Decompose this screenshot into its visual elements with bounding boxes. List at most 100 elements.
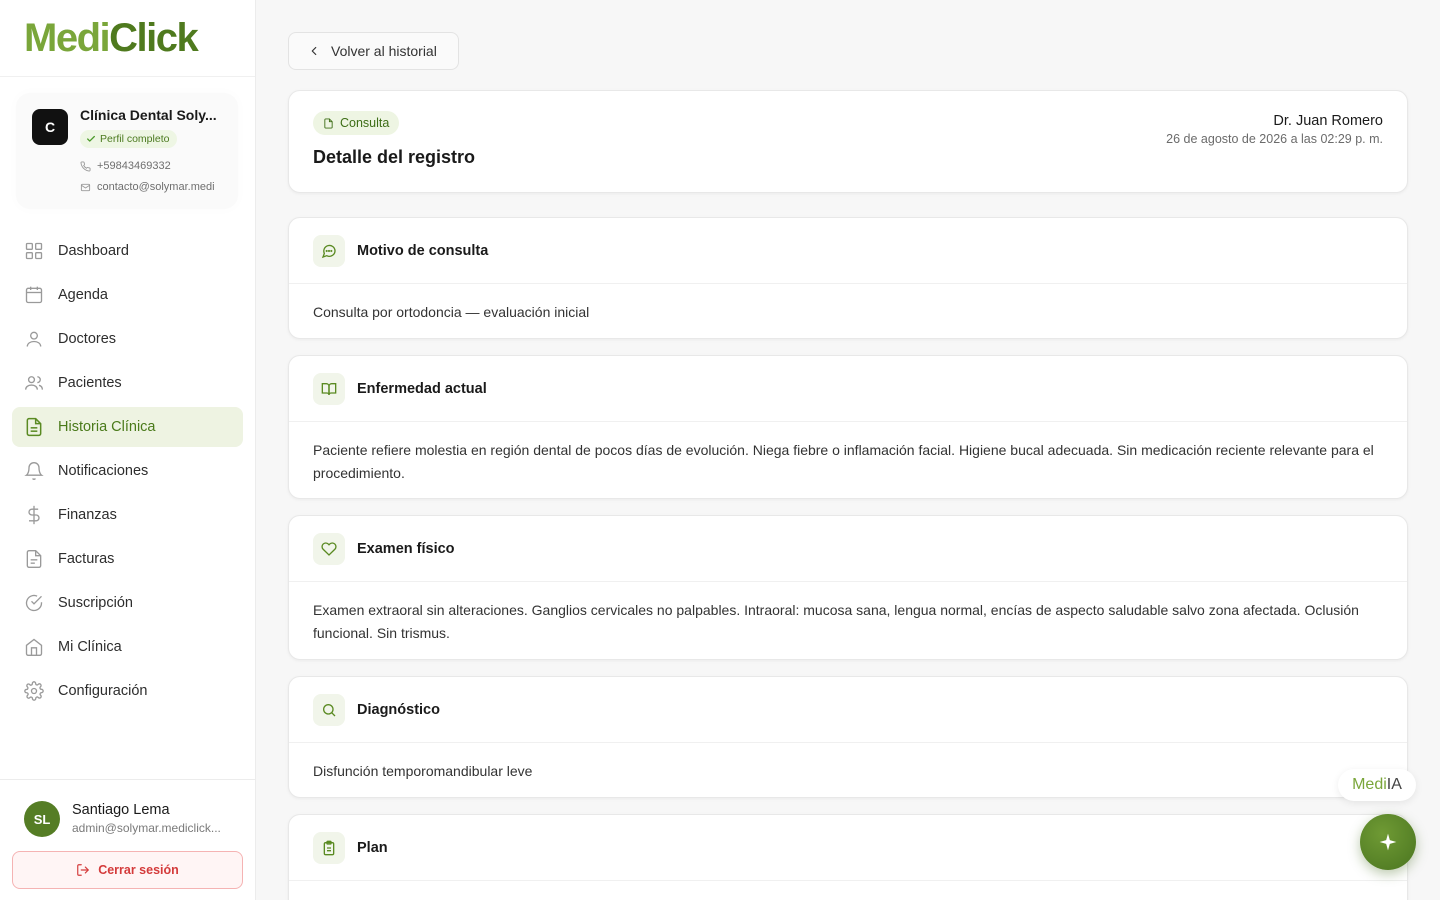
- file-text-icon: [26, 417, 42, 437]
- nav-item-historia-clinica[interactable]: Historia Clínica: [12, 407, 243, 447]
- nav-item-facturas[interactable]: Facturas: [12, 539, 243, 579]
- section-title: Examen físico: [357, 540, 455, 557]
- search-icon: [323, 703, 336, 716]
- section-header: Plan: [289, 815, 1407, 881]
- section-header: Enfermedad actual: [289, 356, 1407, 422]
- section-title: Diagnóstico: [357, 701, 440, 718]
- section-header: Motivo de consulta: [289, 218, 1407, 284]
- check-circle-icon: [25, 594, 43, 612]
- app-logo[interactable]: MediClick: [0, 0, 255, 77]
- section-icon-box: [313, 372, 345, 405]
- dollar-icon: [28, 505, 40, 525]
- clipboard-icon: [323, 840, 335, 855]
- message-icon: [321, 244, 336, 258]
- nav-label: Agenda: [58, 287, 108, 303]
- chevron-left-icon: [311, 46, 317, 56]
- phone-icon: [80, 160, 91, 171]
- sidebar: MediClick C Clínica Dental Soly... Perfi…: [0, 0, 256, 900]
- section-title: Enfermedad actual: [357, 380, 487, 397]
- section-header: Examen físico: [289, 516, 1407, 582]
- doctor-name: Dr. Juan Romero: [1273, 113, 1383, 129]
- clinic-email-text: contacto@solymar.medi: [97, 181, 215, 193]
- calendar-icon: [25, 286, 43, 304]
- record-type-label: Consulta: [340, 116, 390, 130]
- clinic-phone: +59843469332: [80, 160, 171, 172]
- section-icon-box: [313, 693, 345, 726]
- document-icon: [26, 550, 42, 568]
- bell-icon: [24, 462, 44, 480]
- nav-label: Doctores: [58, 331, 117, 347]
- nav-label: Historia Clínica: [58, 419, 156, 435]
- file-icon: [324, 117, 333, 129]
- gear-icon: [24, 681, 44, 701]
- section-body: Examen extraoral sin alteraciones. Gangl…: [313, 602, 1359, 641]
- nav-label: Finanzas: [58, 507, 117, 523]
- nav-item-dashboard[interactable]: Dashboard: [12, 231, 243, 271]
- nav-item-finanzas[interactable]: Finanzas: [12, 495, 243, 535]
- section-motivo-consulta: Motivo de consulta Consulta por ortodonc…: [288, 217, 1408, 339]
- user-email: admin@solymar.mediclick...: [72, 821, 221, 835]
- nav-label: Dashboard: [58, 243, 129, 259]
- assistant-label-part1: Medi: [1352, 776, 1387, 793]
- section-icon-box: [313, 831, 345, 864]
- nav-item-suscripcion[interactable]: Suscripción: [12, 583, 243, 623]
- clinic-email: contacto@solymar.medi: [80, 181, 215, 193]
- nav-item-pacientes[interactable]: Pacientes: [12, 363, 243, 403]
- logo-part-medi: Medi: [24, 16, 111, 60]
- section-plan: Plan: [288, 814, 1408, 900]
- nav-item-doctores[interactable]: Doctores: [12, 319, 243, 359]
- section-icon-box: [313, 234, 345, 267]
- nav-item-mi-clinica[interactable]: Mi Clínica: [12, 627, 243, 667]
- section-body: Consulta por ortodoncia — evaluación ini…: [313, 304, 590, 320]
- mail-icon: [80, 183, 91, 191]
- logout-icon: [77, 864, 90, 876]
- assistant-fab-button[interactable]: [1360, 814, 1416, 870]
- nav-item-configuracion[interactable]: Configuración: [12, 671, 243, 711]
- sparkle-icon: [1379, 833, 1397, 851]
- user-icon: [26, 331, 42, 347]
- nav-label: Configuración: [58, 683, 148, 699]
- users-icon: [25, 376, 43, 390]
- assistant-label[interactable]: Medi IA: [1338, 769, 1416, 801]
- back-to-history-button[interactable]: Volver al historial: [288, 32, 459, 70]
- clinic-card[interactable]: C Clínica Dental Soly... Perfil completo…: [16, 93, 238, 209]
- logout-label: Cerrar sesión: [98, 863, 179, 877]
- section-icon-box: [313, 532, 345, 565]
- record-header-card: Consulta Detalle del registro Dr. Juan R…: [288, 90, 1408, 193]
- heart-icon: [321, 541, 337, 556]
- record-date: 26 de agosto de 2026 a las 02:29 p. m.: [1166, 132, 1383, 146]
- assistant-label-part2: IA: [1386, 776, 1402, 793]
- nav-item-agenda[interactable]: Agenda: [12, 275, 243, 315]
- logout-button[interactable]: Cerrar sesión: [12, 851, 243, 889]
- clinic-avatar: C: [32, 109, 68, 145]
- nav-label: Pacientes: [58, 375, 122, 391]
- section-diagnostico: Diagnóstico Disfunción temporomandibular…: [288, 676, 1408, 798]
- nav-item-notificaciones[interactable]: Notificaciones: [12, 451, 243, 491]
- main-nav: Dashboard Agenda Doctores Pacientes Hist…: [12, 231, 243, 715]
- section-body: Paciente refiere molestia en región dent…: [313, 442, 1374, 481]
- user-panel: SL Santiago Lema admin@solymar.mediclick…: [0, 779, 256, 900]
- section-examen-fisico: Examen físico Examen extraoral sin alter…: [288, 515, 1408, 660]
- user-name: Santiago Lema: [72, 802, 170, 818]
- user-avatar[interactable]: SL: [24, 801, 60, 837]
- book-icon: [321, 382, 337, 395]
- page-title: Detalle del registro: [313, 147, 476, 167]
- nav-label: Facturas: [58, 551, 115, 567]
- section-title: Motivo de consulta: [357, 242, 489, 259]
- home-icon: [25, 638, 43, 656]
- check-icon: [87, 135, 95, 142]
- record-type-badge: Consulta: [313, 111, 400, 135]
- back-label: Volver al historial: [331, 43, 437, 59]
- nav-label: Mi Clínica: [58, 639, 122, 655]
- nav-label: Suscripción: [58, 595, 133, 611]
- section-title: Plan: [357, 839, 388, 856]
- profile-complete-badge: Perfil completo: [80, 130, 178, 148]
- clinic-phone-text: +59843469332: [97, 160, 171, 172]
- section-body: Disfunción temporomandibular leve: [313, 763, 533, 779]
- logo-part-click: Click: [109, 16, 199, 60]
- nav-label: Notificaciones: [58, 463, 149, 479]
- profile-badge-label: Perfil completo: [100, 133, 170, 145]
- clinic-name: Clínica Dental Soly...: [80, 107, 217, 123]
- grid-icon: [25, 242, 43, 260]
- section-enfermedad-actual: Enfermedad actual Paciente refiere moles…: [288, 355, 1408, 499]
